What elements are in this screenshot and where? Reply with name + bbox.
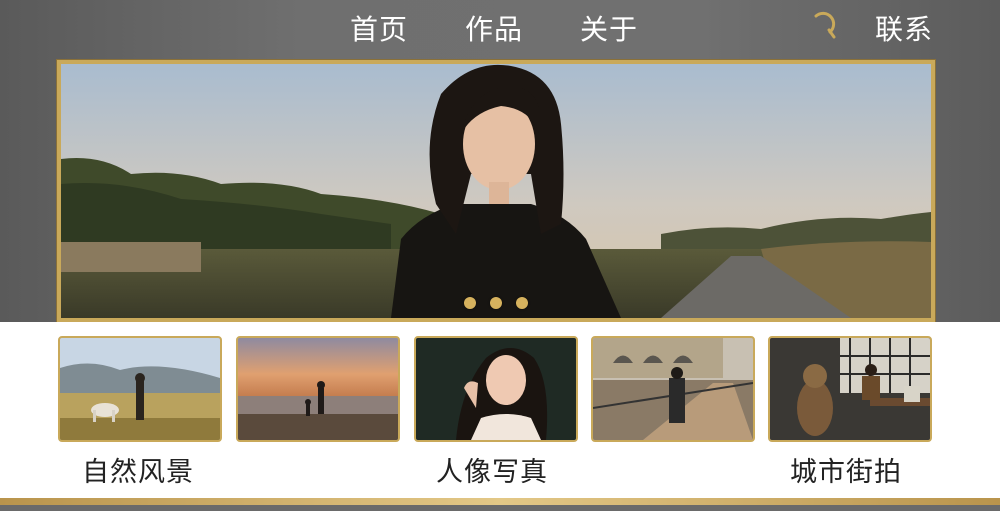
top-nav: 首页 作品 关于 联系 — [0, 0, 1000, 56]
category-portrait[interactable]: 人像写真 — [436, 450, 548, 489]
category-landscape[interactable]: 自然风景 — [82, 450, 194, 489]
thumbnail-beach-sunset[interactable] — [236, 336, 400, 442]
hero-carousel[interactable] — [57, 60, 935, 322]
carousel-dot-3[interactable] — [516, 297, 528, 309]
search-icon[interactable] — [810, 10, 840, 40]
thumbnail-street-bridge[interactable] — [591, 336, 755, 442]
carousel-dot-1[interactable] — [464, 297, 476, 309]
category-street[interactable]: 城市街拍 — [790, 450, 902, 489]
nav-home[interactable]: 首页 — [350, 8, 408, 48]
thumbnail-landscape-horse[interactable] — [58, 336, 222, 442]
thumbnail-portrait-woman[interactable] — [414, 336, 578, 442]
carousel-dot-2[interactable] — [490, 297, 502, 309]
gold-divider — [0, 498, 1000, 505]
nav-contact[interactable]: 联系 — [875, 8, 933, 48]
bottom-strip — [0, 505, 1000, 511]
nav-about[interactable]: 关于 — [580, 8, 638, 48]
carousel-dots — [61, 297, 931, 309]
nav-works[interactable]: 作品 — [465, 8, 523, 48]
thumbnail-cafe-dog[interactable] — [768, 336, 932, 442]
hero-image — [61, 64, 931, 318]
